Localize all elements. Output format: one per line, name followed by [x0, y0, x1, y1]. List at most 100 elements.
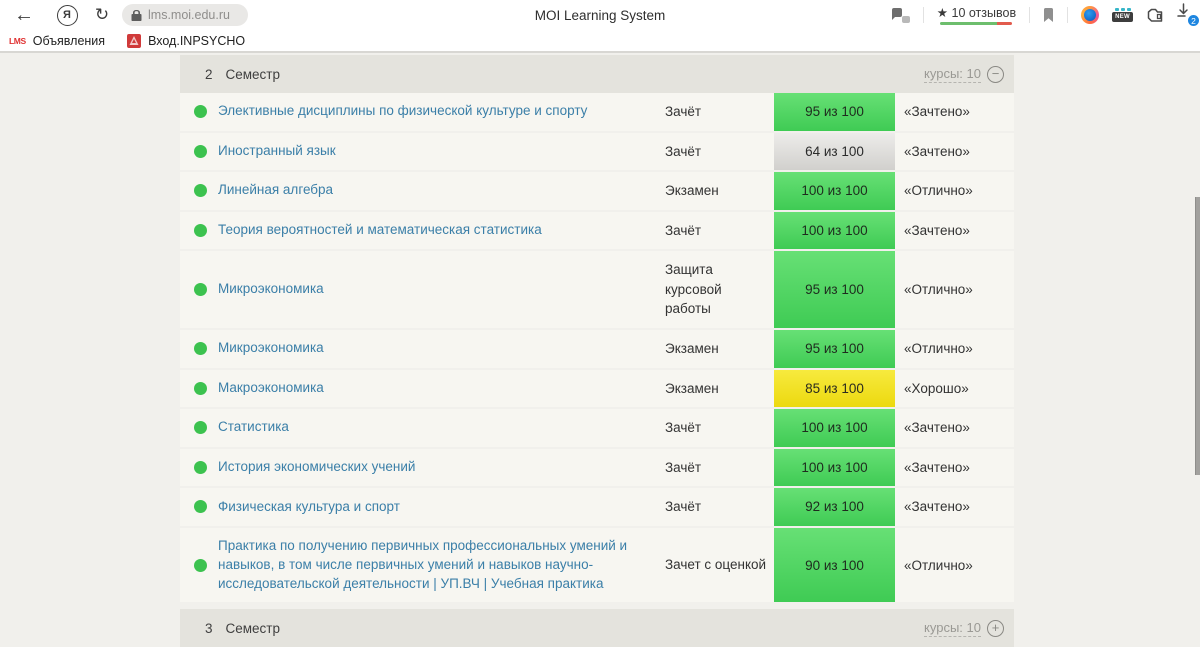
- expand-icon[interactable]: +: [987, 619, 1004, 637]
- score-cell: 95 из 100: [774, 329, 895, 368]
- status-dot-icon: [194, 223, 207, 237]
- course-row: История экономических учений Зачёт 100 и…: [180, 448, 1014, 489]
- grade-text: «Зачтено»: [904, 222, 970, 238]
- course-link[interactable]: Физическая культура и спорт: [218, 489, 665, 526]
- status-dot-icon: [194, 105, 207, 119]
- bookmark-icon[interactable]: [1043, 8, 1054, 22]
- status-dot-icon: [194, 421, 207, 435]
- bookmark-item-inpsycho[interactable]: Вход.INPSYCHO: [127, 33, 246, 48]
- status-dot-icon: [194, 460, 207, 474]
- divider: [1067, 7, 1069, 23]
- grade-text: «Зачтено»: [904, 104, 970, 120]
- score-cell: 90 из 100: [774, 527, 895, 603]
- course-status-cell: [180, 93, 218, 131]
- status-dot-icon: [194, 184, 207, 198]
- grade-text: «Отлично»: [904, 183, 973, 199]
- course-row: Линейная алгебра Экзамен 100 из 100 «Отл…: [180, 172, 1014, 212]
- download-count-badge: 2: [1187, 14, 1200, 27]
- browser-chrome: ← Я ↻ MOI Learning System lms.moi.edu.ru…: [0, 0, 1200, 53]
- bookmark-label: Объявления: [32, 33, 106, 48]
- status-dot-icon: [194, 500, 207, 514]
- course-status-cell: [180, 212, 218, 250]
- assessment-type: Экзамен: [665, 340, 719, 356]
- bookmark-label: Вход.INPSYCHO: [148, 33, 246, 48]
- course-row: Иностранный язык Зачёт 64 из 100 «Зачтен…: [180, 132, 1014, 173]
- score-cell: 100 из 100: [774, 211, 895, 250]
- course-status-cell: [180, 251, 218, 328]
- course-link[interactable]: История экономических учений: [218, 449, 665, 486]
- assessment-type: Зачёт: [665, 222, 702, 238]
- bookmark-item-announcements[interactable]: LMS Объявления: [9, 34, 105, 48]
- status-dot-icon: [194, 283, 207, 297]
- yandex-home-button[interactable]: Я: [52, 0, 82, 30]
- yandex-logo-icon: Я: [56, 4, 78, 26]
- score-cell: 95 из 100: [774, 93, 895, 131]
- status-dot-icon: [194, 144, 207, 158]
- score-cell: 85 из 100: [774, 369, 895, 408]
- course-status-cell: [180, 133, 218, 171]
- assessment-type: Защита курсовой работы: [665, 262, 722, 317]
- course-status-cell: [180, 449, 218, 487]
- course-status-cell: [180, 528, 218, 603]
- course-link[interactable]: Микроэкономика: [218, 271, 665, 308]
- course-link[interactable]: Линейная алгебра: [218, 172, 665, 209]
- semester-header: 2 Семестр курсы: 10 −: [180, 55, 1014, 93]
- score-cell: 100 из 100: [774, 448, 895, 487]
- vertical-scrollbar[interactable]: [1195, 197, 1200, 475]
- status-dot-icon: [194, 381, 207, 395]
- reviews-count-label: 10 отзывов: [951, 6, 1017, 20]
- assessment-type: Зачет с оценкой: [665, 557, 767, 573]
- course-link[interactable]: Элективные дисциплины по физической куль…: [218, 93, 665, 130]
- course-link[interactable]: Иностранный язык: [218, 133, 665, 170]
- course-row: Статистика Зачёт 100 из 100 «Зачтено»: [180, 409, 1014, 449]
- semester-number: 2: [205, 66, 213, 82]
- collapse-icon[interactable]: −: [987, 65, 1004, 83]
- status-dot-icon: [194, 342, 207, 356]
- semester-label: Семестр: [225, 620, 281, 636]
- site-reviews-button[interactable]: ★ 10 отзывов: [937, 5, 1016, 25]
- course-link[interactable]: Макроэкономика: [218, 370, 665, 407]
- bookmarks-bar: LMS Объявления Вход.INPSYCHO: [0, 30, 1200, 51]
- assessment-type: Экзамен: [665, 183, 719, 199]
- toolbar-right-icons: ★ 10 отзывов NEW 2: [885, 0, 1200, 30]
- score-cell: 100 из 100: [774, 172, 895, 210]
- url-text: lms.moi.edu.ru: [148, 8, 230, 22]
- reload-button[interactable]: ↻: [88, 0, 116, 30]
- course-link[interactable]: Практика по получению первичных професси…: [218, 528, 665, 603]
- protect-icon[interactable]: [891, 7, 910, 23]
- grade-text: «Зачтено»: [904, 459, 970, 475]
- grade-text: «Отлично»: [904, 557, 973, 573]
- star-icon: ★: [936, 6, 949, 20]
- grade-text: «Отлично»: [904, 341, 973, 357]
- new-badge: NEW: [1112, 12, 1133, 22]
- divider: [922, 7, 924, 23]
- course-link[interactable]: Микроэкономика: [218, 330, 665, 367]
- course-status-cell: [180, 330, 218, 368]
- grade-text: «Отлично»: [904, 282, 973, 298]
- address-bar[interactable]: lms.moi.edu.ru: [122, 4, 248, 26]
- downloads-button[interactable]: 2: [1176, 3, 1200, 27]
- course-row: Элективные дисциплины по физической куль…: [180, 93, 1014, 133]
- lock-icon: [131, 9, 142, 22]
- assessment-type: Зачёт: [665, 420, 702, 436]
- score-cell: 92 из 100: [774, 488, 895, 526]
- extension-circle-icon[interactable]: [1081, 6, 1100, 24]
- course-status-cell: [180, 370, 218, 408]
- grades-panel: 2 Семестр курсы: 10 − Элективные дисципл…: [180, 55, 1014, 647]
- collections-icon[interactable]: [1146, 8, 1163, 23]
- semester-number: 3: [205, 620, 213, 636]
- video-new-icon[interactable]: NEW: [1112, 8, 1133, 22]
- back-button[interactable]: ←: [10, 0, 38, 30]
- grade-text: «Зачтено»: [904, 143, 970, 159]
- course-link[interactable]: Теория вероятностей и математическая ста…: [218, 212, 665, 249]
- lms-favicon: LMS: [9, 35, 26, 46]
- assessment-type: Зачёт: [665, 143, 702, 159]
- courses-count-link[interactable]: курсы: 10: [924, 620, 981, 637]
- inpsycho-favicon: [127, 33, 142, 48]
- course-row: Теория вероятностей и математическая ста…: [180, 211, 1014, 252]
- courses-count-link[interactable]: курсы: 10: [924, 66, 981, 83]
- course-link[interactable]: Статистика: [218, 409, 665, 446]
- score-cell: 64 из 100: [774, 132, 895, 171]
- score-cell: 95 из 100: [774, 251, 895, 328]
- browser-toolbar: ← Я ↻ MOI Learning System lms.moi.edu.ru…: [0, 0, 1200, 30]
